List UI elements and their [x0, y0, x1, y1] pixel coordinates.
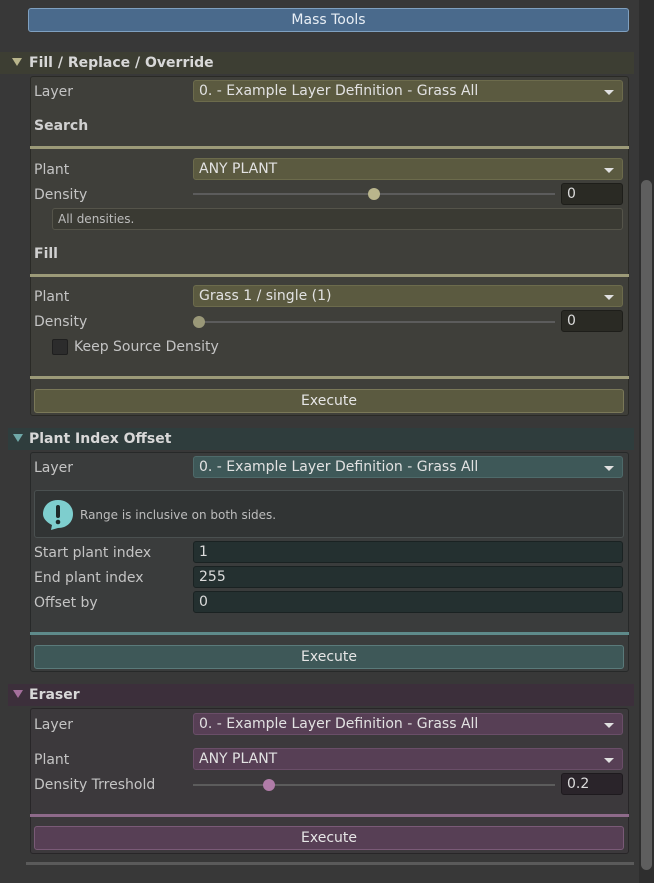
search-density-label: Density — [34, 187, 88, 203]
search-plant-value: ANY PLANT — [199, 161, 278, 177]
search-density-field[interactable]: 0 — [561, 183, 623, 205]
search-heading: Search — [34, 118, 89, 134]
offset-by-label: Offset by — [34, 595, 98, 611]
bottom-divider — [26, 862, 634, 865]
offset-section-foldout-icon[interactable] — [13, 434, 23, 442]
fill-section-panel — [30, 76, 629, 416]
eraser-section-header[interactable]: Eraser — [8, 684, 634, 706]
eraser-section-title: Eraser — [29, 687, 80, 703]
density-threshold-slider[interactable] — [193, 784, 555, 786]
scrollbar-thumb[interactable] — [641, 180, 652, 870]
search-density-slider-knob[interactable] — [368, 188, 380, 200]
eraser-layer-label: Layer — [34, 717, 74, 733]
fill-density-field[interactable]: 0 — [561, 310, 623, 332]
fill-plant-label: Plant — [34, 289, 70, 305]
fill-density-slider[interactable] — [193, 321, 555, 323]
offset-execute-divider — [30, 632, 629, 635]
fill-layer-dropdown[interactable]: 0. - Example Layer Definition - Grass Al… — [193, 80, 623, 102]
eraser-execute-divider — [30, 814, 629, 817]
fill-layer-value: 0. - Example Layer Definition - Grass Al… — [199, 83, 479, 99]
search-help-text: All densities. — [58, 212, 135, 226]
offset-section-header[interactable]: Plant Index Offset — [8, 428, 634, 450]
search-plant-label: Plant — [34, 162, 70, 178]
offset-layer-dropdown[interactable]: 0. - Example Layer Definition - Grass Al… — [193, 456, 623, 478]
fill-execute-button[interactable]: Execute — [34, 389, 624, 413]
eraser-layer-value: 0. - Example Layer Definition - Grass Al… — [199, 716, 479, 732]
fill-density-slider-knob[interactable] — [193, 316, 205, 328]
start-plant-index-field[interactable]: 1 — [193, 541, 623, 563]
offset-info-text: Range is inclusive on both sides. — [80, 508, 277, 522]
chevron-down-icon — [604, 466, 614, 471]
fill-section-title: Fill / Replace / Override — [29, 55, 214, 71]
offset-info-box: Range is inclusive on both sides. — [34, 490, 624, 538]
chevron-down-icon — [604, 168, 614, 173]
eraser-plant-label: Plant — [34, 752, 70, 768]
offset-layer-label: Layer — [34, 460, 74, 476]
offset-by-field[interactable]: 0 — [193, 591, 623, 613]
fill-plant-value: Grass 1 / single (1) — [199, 288, 332, 304]
mass-tools-button[interactable]: Mass Tools — [28, 8, 629, 32]
fill-section-foldout-icon[interactable] — [12, 58, 22, 66]
offset-execute-button[interactable]: Execute — [34, 645, 624, 669]
exclamation-icon — [43, 500, 73, 530]
fill-divider — [30, 274, 629, 277]
chevron-down-icon — [604, 295, 614, 300]
fill-density-label: Density — [34, 314, 88, 330]
keep-source-density-label: Keep Source Density — [74, 339, 219, 355]
start-plant-index-label: Start plant index — [34, 545, 152, 561]
chevron-down-icon — [604, 723, 614, 728]
chevron-down-icon — [604, 90, 614, 95]
fill-heading: Fill — [34, 246, 58, 262]
fill-section-header[interactable]: Fill / Replace / Override — [0, 52, 634, 74]
density-threshold-field[interactable]: 0.2 — [561, 773, 623, 795]
search-help-box: All densities. — [52, 208, 623, 230]
fill-plant-dropdown[interactable]: Grass 1 / single (1) — [193, 285, 623, 307]
density-threshold-label: Density Trreshold — [34, 777, 156, 793]
eraser-execute-button[interactable]: Execute — [34, 826, 624, 850]
chevron-down-icon — [604, 758, 614, 763]
density-threshold-slider-knob[interactable] — [263, 779, 275, 791]
eraser-layer-dropdown[interactable]: 0. - Example Layer Definition - Grass Al… — [193, 713, 623, 735]
eraser-plant-dropdown[interactable]: ANY PLANT — [193, 748, 623, 770]
eraser-plant-value: ANY PLANT — [199, 751, 278, 767]
fill-layer-label: Layer — [34, 84, 74, 100]
search-divider — [30, 146, 629, 149]
keep-source-density-checkbox[interactable] — [52, 339, 68, 355]
offset-layer-value: 0. - Example Layer Definition - Grass Al… — [199, 459, 479, 475]
end-plant-index-field[interactable]: 255 — [193, 566, 623, 588]
eraser-section-foldout-icon[interactable] — [13, 690, 23, 698]
end-plant-index-label: End plant index — [34, 570, 144, 586]
fill-execute-divider — [30, 376, 629, 379]
offset-section-title: Plant Index Offset — [29, 431, 172, 447]
search-plant-dropdown[interactable]: ANY PLANT — [193, 158, 623, 180]
